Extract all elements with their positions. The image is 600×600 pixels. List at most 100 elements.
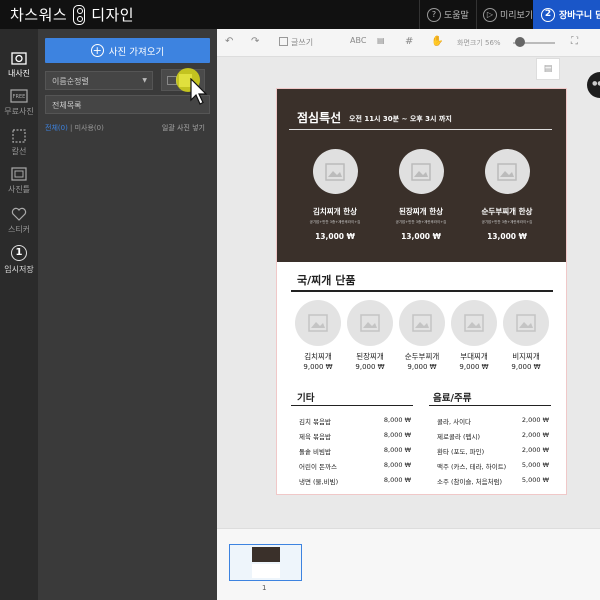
sidebar-item-free-photos[interactable]: FREE 무료사진 [0,89,38,117]
sidebar-item-photo-frame[interactable]: 사진틀 [0,167,38,195]
menu-row-price: 2,000 ₩ [521,416,549,424]
svg-text:FREE: FREE [13,94,26,100]
photo-placeholder[interactable] [451,300,497,346]
special-time: 오전 11시 30분 ~ 오후 3시 까지 [349,115,452,123]
special-item-desc: 공기밥+반찬 3종+계란후라이+김 [395,220,447,224]
question-icon: ? [427,7,441,22]
menu-row-price: 5,000 ₩ [521,476,549,484]
mouse-pointer-icon [190,78,208,105]
text-style-icon[interactable]: ABC [350,36,366,45]
sidebar-item-label: 임시저장 [4,265,34,274]
divider [291,290,553,292]
folder-select[interactable]: 전체목록 [45,95,210,114]
soup-item: 부대찌개 9,000 ₩ [450,300,498,371]
auto-fill-photos-link[interactable]: 일괄 사진 넣기 [162,123,205,133]
divider [289,129,552,130]
photo-placeholder[interactable] [398,149,444,194]
add-to-cart-button[interactable]: 2 장바구니 담기 [533,0,600,29]
divider [419,0,420,29]
help-label: 도움말 [444,11,469,21]
brand-logo: 차스워스 디자인 [10,4,134,25]
soup-item: 비지찌개 9,000 ₩ [502,300,550,371]
special-item-desc: 공기밥+반찬 3종+계란후라이+김 [481,220,533,224]
menu-row: 제로콜라 (펩시) 2,000 ₩ [437,431,549,441]
cart-label: 장바구니 담기 [559,11,600,21]
photo-icon [11,52,27,65]
thumbnail-preview [252,547,280,562]
menu-row-price: 8,000 ₩ [383,476,411,484]
filter-unused-link[interactable]: 미사용(0) [75,124,104,132]
document-icon[interactable]: ▤ [536,58,560,80]
sidebar-item-sticker[interactable]: 스티커 [0,207,38,235]
temp-save-icon: 1 [11,245,27,261]
special-item-price: 13,000 ₩ [401,232,441,241]
soup-item-price: 9,000 ₩ [459,363,489,371]
chevron-down-icon: ▼ [142,77,147,84]
photo-panel: + 사진 가져오기 이름순정렬 ▼ 전체목록 전체(0) | 미사용(0) 일괄… [38,29,217,600]
text-tool-button[interactable]: 글쓰기 [279,37,313,48]
sidebar-item-label: 무료사진 [4,107,34,116]
menu-row: 어린이 돈까스 8,000 ₩ [299,461,411,471]
special-section: 점심특선 오전 11시 30분 ~ 오후 3시 까지 김치찌개 한상 공기밥+반… [277,89,566,262]
menu-row-name: 맥주 (카스, 테라, 하이트) [437,463,507,471]
tool-sidebar: 내사진 FREE 무료사진 칼선 사진틀 스티커 1 임시저장 [0,29,38,600]
photo-placeholder[interactable] [312,149,358,194]
image-placeholder-icon [412,314,432,332]
menu-row-name: 냉면 (물,비빔) [299,478,339,486]
special-item-price: 13,000 ₩ [487,232,527,241]
filter-all-link[interactable]: 전체(0) [45,124,68,132]
sidebar-item-cut-line[interactable]: 칼선 [0,129,38,157]
brand-name: 차스워스 [10,6,68,24]
heart-icon [11,207,27,221]
menu-row-name: 어린이 돈까스 [299,463,337,471]
fit-screen-icon[interactable]: ⛶ [571,36,578,47]
preview-button[interactable]: ▷ 미리보기 [483,0,533,29]
text-box-icon [279,37,288,46]
text-tool-label: 글쓰기 [291,38,314,47]
special-title: 점심특선 [297,111,342,125]
menu-design[interactable]: 점심특선 오전 11시 30분 ~ 오후 3시 까지 김치찌개 한상 공기밥+반… [276,88,567,495]
soup-item: 순두부찌개 9,000 ₩ [398,300,446,371]
soup-item-name: 부대찌개 [460,352,488,361]
add-photo-button[interactable]: + 사진 가져오기 [45,38,210,63]
etc-section-title: 기타 [297,393,315,404]
special-item-price: 13,000 ₩ [315,232,355,241]
page-thumbnail[interactable] [229,544,302,581]
top-bar: 차스워스 디자인 ? 도움말 ▷ 미리보기 2 장바구니 담기 [0,0,600,29]
drinks-section-title: 음료/주류 [433,393,472,404]
sidebar-item-label: 사진틀 [7,185,31,194]
hand-icon[interactable]: ✋ [431,36,443,47]
zoom-label: 화면크기 56% [457,39,501,47]
photo-placeholder[interactable] [295,300,341,346]
photo-frame-icon [11,167,27,181]
grid-icon[interactable]: # [405,36,413,47]
menu-row-price: 8,000 ₩ [383,446,411,454]
special-item: 된장찌개 한상 공기밥+반찬 3종+계란후라이+김 13,000 ₩ [381,149,461,241]
menu-row-name: 돌솥 비빔밥 [299,448,331,456]
soup-item-price: 9,000 ₩ [407,363,437,371]
undo-icon[interactable]: ↶ [225,36,233,47]
soup-item-name: 김치찌개 [304,352,332,361]
menu-row-name: 김치 볶음밥 [299,418,331,426]
redo-icon[interactable]: ↷ [251,36,259,47]
photo-placeholder[interactable] [484,149,530,194]
menu-row-name: 콜라, 사이다 [437,418,472,426]
photo-placeholder[interactable] [503,300,549,346]
image-tool-icon[interactable]: ▤ [377,36,385,45]
sidebar-item-temp-save[interactable]: 1 임시저장 [0,245,38,275]
cut-line-icon [12,129,26,143]
image-placeholder-icon [497,162,517,181]
sidebar-item-my-photos[interactable]: 내사진 [0,51,38,79]
menu-row: 제육 볶음밥 8,000 ₩ [299,431,411,441]
menu-row-name: 환타 (포도, 파인) [437,448,485,456]
zoom-slider-knob[interactable] [515,37,525,47]
divider [291,405,413,406]
soup-item-price: 9,000 ₩ [303,363,333,371]
help-button[interactable]: ? 도움말 [427,0,469,29]
soup-item-name: 순두부찌개 [404,352,440,361]
sort-select[interactable]: 이름순정렬 ▼ [45,71,153,90]
photo-placeholder[interactable] [399,300,445,346]
menu-row-price: 2,000 ₩ [521,431,549,439]
menu-row-name: 제로콜라 (펩시) [437,433,481,441]
photo-placeholder[interactable] [347,300,393,346]
